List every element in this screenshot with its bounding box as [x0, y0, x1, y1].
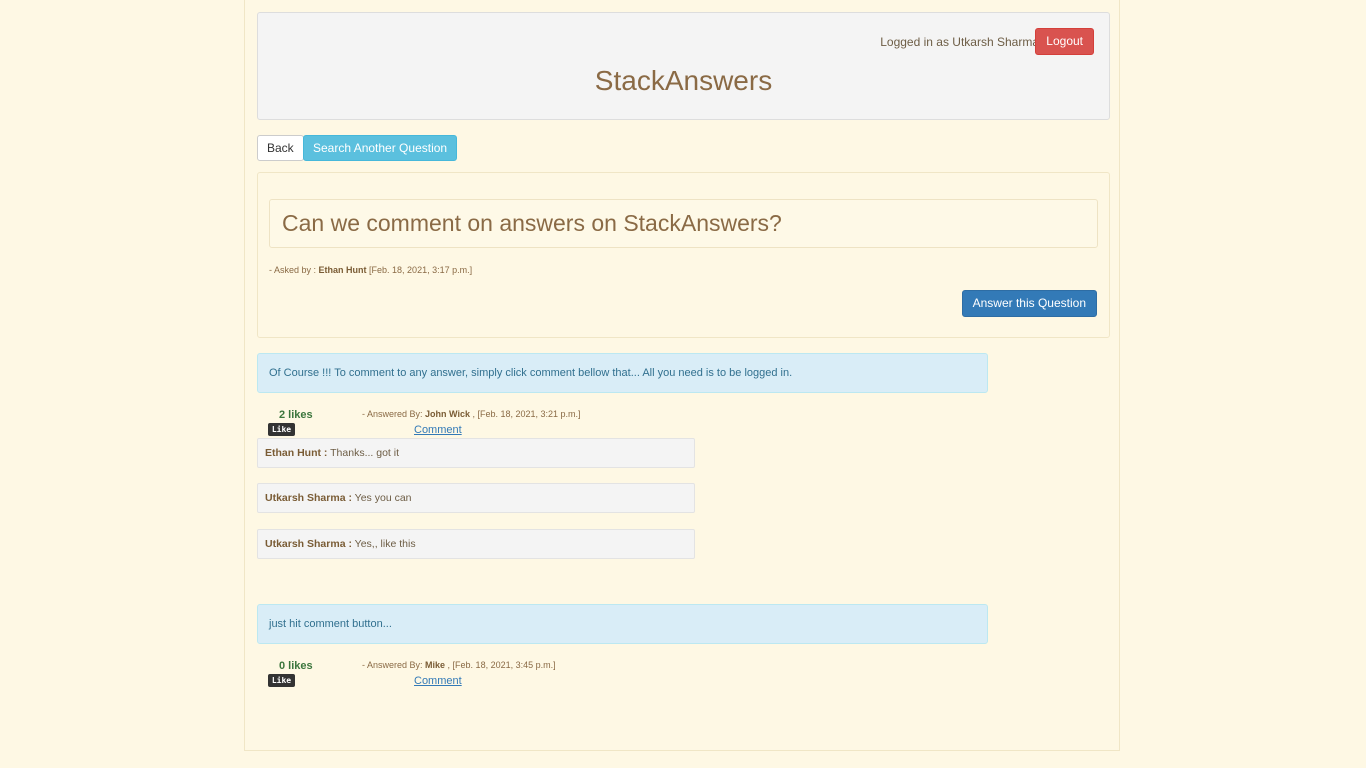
question-well: Can we comment on answers on StackAnswer…: [269, 199, 1098, 248]
comment-link[interactable]: Comment: [414, 675, 462, 687]
comment-author: Ethan Hunt :: [265, 447, 328, 459]
answer-date: , [Feb. 18, 2021, 3:45 p.m.]: [445, 660, 556, 670]
back-button[interactable]: Back: [257, 135, 304, 161]
question-panel: Can we comment on answers on StackAnswer…: [257, 172, 1110, 338]
question-author: Ethan Hunt: [318, 265, 367, 275]
logout-button[interactable]: Logout: [1035, 28, 1094, 55]
site-title: StackAnswers: [594, 65, 773, 96]
answer-text: just hit comment button...: [257, 604, 988, 644]
comment-item: Ethan Hunt : Thanks... got it: [257, 438, 695, 468]
answered-by: - Answered By: Mike , [Feb. 18, 2021, 3:…: [362, 660, 556, 670]
answer-author: John Wick: [425, 409, 470, 419]
comment-text: Yes you can: [351, 492, 412, 504]
comment-link[interactable]: Comment: [414, 424, 462, 436]
like-button[interactable]: Like: [268, 423, 295, 436]
comment-author: Utkarsh Sharma :: [265, 538, 352, 550]
header-panel: Logged in as Utkarsh Sharma Logout Stack…: [257, 12, 1110, 120]
asked-by: - Asked by : Ethan Hunt [Feb. 18, 2021, …: [269, 265, 472, 275]
answer-text: Of Course !!! To comment to any answer, …: [257, 353, 988, 393]
login-status: Logged in as Utkarsh Sharma: [880, 35, 1039, 49]
comment-author: Utkarsh Sharma :: [265, 492, 352, 504]
question-date: [Feb. 18, 2021, 3:17 p.m.]: [366, 265, 473, 275]
comment-text: Yes,, like this: [351, 538, 416, 550]
like-count: 2 likes: [279, 409, 313, 421]
comment-text: Thanks... got it: [327, 447, 399, 459]
like-button[interactable]: Like: [268, 674, 295, 687]
comment-item: Utkarsh Sharma : Yes,, like this: [257, 529, 695, 559]
asked-by-prefix: - Asked by :: [269, 265, 319, 275]
answer-date: , [Feb. 18, 2021, 3:21 p.m.]: [469, 409, 581, 419]
question-title: Can we comment on answers on StackAnswer…: [282, 210, 782, 236]
like-count: 0 likes: [279, 660, 313, 672]
comment-item: Utkarsh Sharma : Yes you can: [257, 483, 695, 513]
answered-by-prefix: - Answered By:: [362, 409, 426, 419]
answer-question-button[interactable]: Answer this Question: [961, 290, 1097, 317]
answered-by: - Answered By: John Wick , [Feb. 18, 202…: [362, 409, 581, 419]
search-another-question-button[interactable]: Search Another Question: [303, 135, 458, 161]
answered-by-prefix: - Answered By:: [362, 660, 426, 670]
answer-author: Mike: [425, 660, 446, 670]
